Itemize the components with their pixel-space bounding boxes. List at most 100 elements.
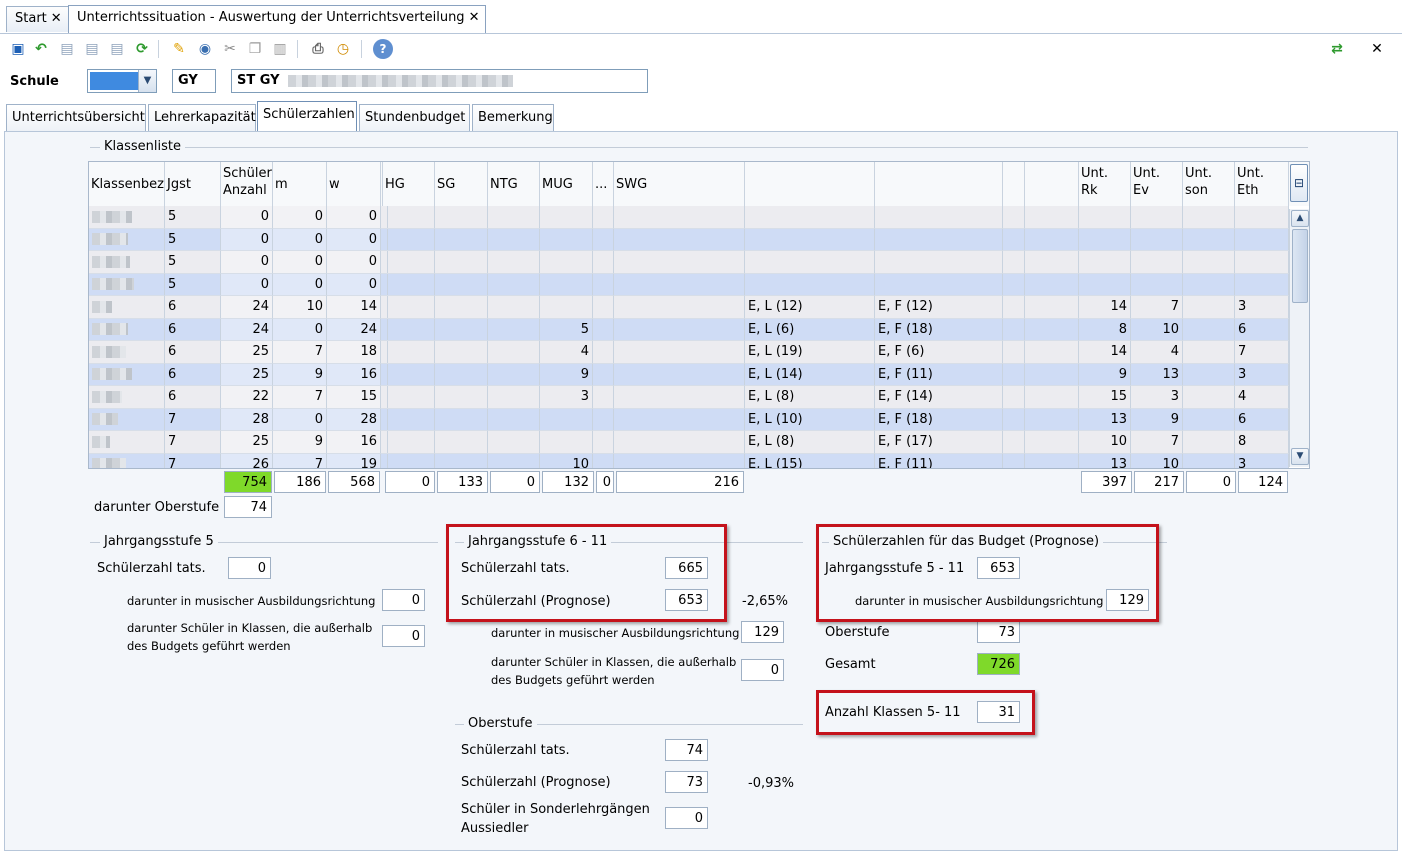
cell-w[interactable]: 15 xyxy=(327,386,381,409)
cell-mug[interactable] xyxy=(540,206,593,229)
tab-unterrichtsuebersicht[interactable]: Unterrichtsübersicht xyxy=(6,104,146,131)
cell-anzahl[interactable]: 28 xyxy=(221,408,273,431)
cell-fremdsprache1[interactable]: E, L (8) xyxy=(745,386,875,409)
cell-w[interactable]: 28 xyxy=(327,408,381,431)
cell-hg[interactable] xyxy=(383,273,435,296)
cell-empty1[interactable] xyxy=(1003,251,1025,274)
cell-unt-rk[interactable]: 14 xyxy=(1079,341,1131,364)
col-header-mug[interactable]: MUG xyxy=(540,162,593,206)
cell-more[interactable] xyxy=(593,386,614,409)
cell-m[interactable]: 7 xyxy=(273,341,327,364)
cell-sg[interactable] xyxy=(435,296,488,319)
cell-empty1[interactable] xyxy=(1003,453,1025,468)
cell-unt-rk[interactable]: 13 xyxy=(1079,453,1131,468)
col-header-empty1[interactable] xyxy=(1003,162,1025,206)
table-row[interactable]: 6 25 7 18 4 E, L (19) E, F (6) 14 4 7 xyxy=(89,341,1289,364)
cell-jgst[interactable]: 6 xyxy=(165,296,221,319)
cell-sg[interactable] xyxy=(435,363,488,386)
cell-unt-son[interactable] xyxy=(1183,206,1235,229)
cell-unt-eth[interactable]: 3 xyxy=(1235,363,1289,386)
table-row[interactable]: 5000 xyxy=(89,273,1289,296)
table-row[interactable]: 6 24 0 24 5 E, L (6) E, F (18) 8 10 6 xyxy=(89,318,1289,341)
cell-hg[interactable] xyxy=(383,453,435,468)
cell-sg[interactable] xyxy=(435,206,488,229)
table-row[interactable]: 5000 xyxy=(89,251,1289,274)
table-row[interactable]: 5000 xyxy=(89,228,1289,251)
cell-sg[interactable] xyxy=(435,431,488,454)
cell-klassenbez[interactable] xyxy=(89,318,165,341)
cell-unt-eth[interactable]: 3 xyxy=(1235,453,1289,468)
cell-more[interactable] xyxy=(593,296,614,319)
chevron-down-icon[interactable]: ▼ xyxy=(138,70,156,92)
cell-anzahl[interactable]: 0 xyxy=(221,206,273,229)
cell-w[interactable]: 18 xyxy=(327,341,381,364)
cell-sg[interactable] xyxy=(435,408,488,431)
cell-unt-son[interactable] xyxy=(1183,363,1235,386)
cell-empty1[interactable] xyxy=(1003,341,1025,364)
cell-unt-ev[interactable] xyxy=(1131,251,1183,274)
cell-swg[interactable] xyxy=(614,386,745,409)
cell-unt-ev[interactable]: 13 xyxy=(1131,363,1183,386)
cell-jgst[interactable]: 6 xyxy=(165,318,221,341)
refresh-icon[interactable]: ⟳ xyxy=(132,39,152,59)
cell-unt-ev[interactable]: 10 xyxy=(1131,453,1183,468)
tab-unterrichtssituation[interactable]: Unterrichtssituation - Auswertung der Un… xyxy=(68,5,487,33)
cell-m[interactable]: 7 xyxy=(273,453,327,468)
cell-m[interactable]: 0 xyxy=(273,228,327,251)
cell-fremdsprache2[interactable] xyxy=(875,273,1003,296)
cell-sg[interactable] xyxy=(435,318,488,341)
cell-unt-rk[interactable]: 8 xyxy=(1079,318,1131,341)
cell-empty1[interactable] xyxy=(1003,363,1025,386)
cell-w[interactable]: 16 xyxy=(327,431,381,454)
cell-fremdsprache2[interactable]: E, F (12) xyxy=(875,296,1003,319)
cell-unt-eth[interactable]: 6 xyxy=(1235,318,1289,341)
cell-ntg[interactable] xyxy=(488,228,540,251)
cell-swg[interactable] xyxy=(614,251,745,274)
cell-hg[interactable] xyxy=(383,341,435,364)
cell-more[interactable] xyxy=(593,273,614,296)
close-icon[interactable]: ✕ xyxy=(469,10,480,25)
undo-icon[interactable]: ↶ xyxy=(31,39,51,59)
cell-unt-son[interactable] xyxy=(1183,296,1235,319)
cell-unt-eth[interactable] xyxy=(1235,273,1289,296)
cell-jgst[interactable]: 6 xyxy=(165,386,221,409)
tab-stundenbudget[interactable]: Stundenbudget xyxy=(359,104,470,131)
cell-swg[interactable] xyxy=(614,408,745,431)
sync-icon[interactable]: ⇄ xyxy=(1327,39,1347,59)
cell-anzahl[interactable]: 26 xyxy=(221,453,273,468)
cell-fremdsprache2[interactable]: E, F (11) xyxy=(875,453,1003,468)
cell-unt-rk[interactable]: 13 xyxy=(1079,408,1131,431)
cell-unt-eth[interactable]: 8 xyxy=(1235,431,1289,454)
col-header-unt-ev[interactable]: Unt. Ev xyxy=(1131,162,1183,206)
cell-jgst[interactable]: 7 xyxy=(165,408,221,431)
cell-klassenbez[interactable] xyxy=(89,273,165,296)
cell-more[interactable] xyxy=(593,318,614,341)
cell-unt-son[interactable] xyxy=(1183,273,1235,296)
cell-sg[interactable] xyxy=(435,228,488,251)
cell-empty1[interactable] xyxy=(1003,431,1025,454)
cell-anzahl[interactable]: 24 xyxy=(221,318,273,341)
tab-start[interactable]: Start ✕ xyxy=(6,6,69,32)
cell-ntg[interactable] xyxy=(488,273,540,296)
cell-unt-rk[interactable] xyxy=(1079,251,1131,274)
scrollbar-thumb[interactable] xyxy=(1292,229,1308,303)
cell-fremdsprache2[interactable]: E, F (18) xyxy=(875,318,1003,341)
new-doc-icon[interactable]: ▤ xyxy=(107,39,127,59)
cell-fremdsprache2[interactable]: E, F (6) xyxy=(875,341,1003,364)
cell-unt-eth[interactable]: 6 xyxy=(1235,408,1289,431)
cell-unt-ev[interactable]: 7 xyxy=(1131,431,1183,454)
table-row[interactable]: 7 28 0 28 E, L (10) E, F (18) 13 9 6 xyxy=(89,408,1289,431)
cell-mug[interactable]: 3 xyxy=(540,386,593,409)
cell-empty1[interactable] xyxy=(1003,296,1025,319)
col-header-swg[interactable]: SWG xyxy=(614,162,745,206)
cell-fremdsprache1[interactable]: E, L (8) xyxy=(745,431,875,454)
cell-more[interactable] xyxy=(593,251,614,274)
cell-unt-rk[interactable]: 15 xyxy=(1079,386,1131,409)
cell-fremdsprache1[interactable] xyxy=(745,251,875,274)
cell-more[interactable] xyxy=(593,408,614,431)
cell-more[interactable] xyxy=(593,363,614,386)
cell-more[interactable] xyxy=(593,228,614,251)
close-icon[interactable]: ✕ xyxy=(51,11,62,26)
cell-empty2[interactable] xyxy=(1025,431,1079,454)
cell-fremdsprache1[interactable]: E, L (15) xyxy=(745,453,875,468)
